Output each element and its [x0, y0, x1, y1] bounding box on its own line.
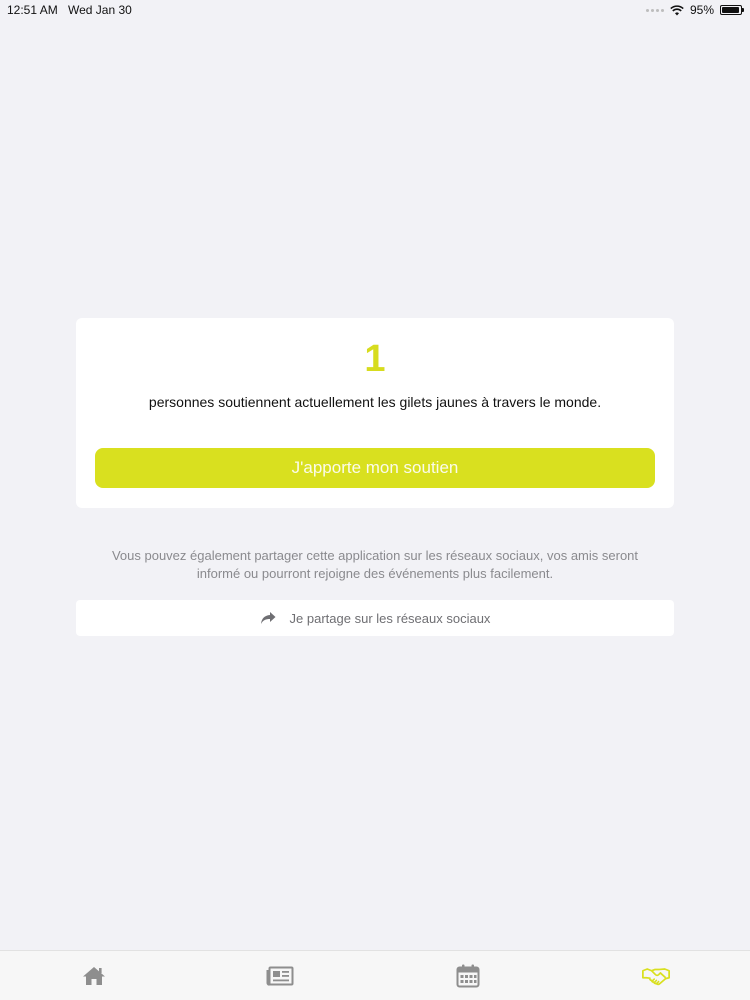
supporter-description: personnes soutiennent actuellement les g… — [148, 394, 602, 410]
newspaper-icon — [266, 966, 294, 986]
status-bar: 12:51 AM Wed Jan 30 95% — [0, 0, 750, 20]
tab-calendar[interactable] — [454, 963, 482, 989]
support-card: 1 personnes soutiennent actuellement les… — [76, 318, 674, 508]
tab-bar — [0, 950, 750, 1000]
share-button-label: Je partage sur les réseaux sociaux — [289, 610, 491, 626]
share-info-line-2: informé ou pourront rejoigne des événeme… — [196, 566, 554, 581]
battery-percent: 95% — [689, 3, 714, 17]
support-button[interactable]: J'apporte mon soutien — [95, 448, 655, 488]
share-arrow-icon — [260, 612, 276, 624]
status-right: 95% — [645, 3, 744, 17]
status-date: Wed Jan 30 — [68, 3, 132, 17]
signal-icon — [645, 8, 664, 12]
tab-support[interactable] — [642, 963, 670, 989]
status-time: 12:51 AM — [7, 3, 58, 17]
wifi-icon — [670, 4, 684, 15]
calendar-icon — [456, 964, 480, 988]
handshake-icon — [642, 968, 670, 986]
home-icon — [83, 967, 105, 985]
supporter-count: 1 — [364, 338, 386, 380]
battery-icon — [720, 5, 744, 15]
share-info: Vous pouvez également partager cette app… — [76, 547, 674, 583]
share-info-line-1: Vous pouvez également partager cette app… — [111, 548, 639, 563]
tab-home[interactable] — [80, 963, 108, 989]
tab-news[interactable] — [266, 963, 294, 989]
share-button[interactable]: Je partage sur les réseaux sociaux — [76, 600, 674, 636]
